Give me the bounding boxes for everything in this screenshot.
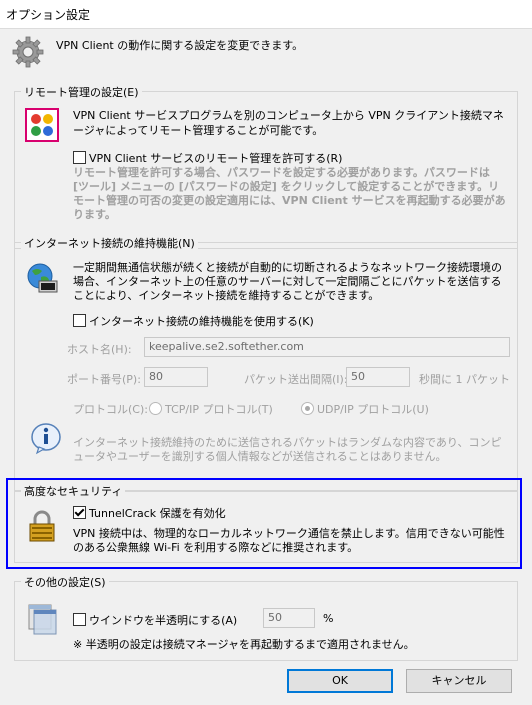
udp-radio-label: UDP/IP プロトコル(U)	[317, 403, 429, 416]
tcp-radio-circle[interactable]	[149, 402, 162, 415]
keepalive-info: インターネット接続維持のために送信されるパケットはランダムな内容であり、コンピュ…	[73, 436, 502, 463]
tunnelcrack-checkbox[interactable]: TunnelCrack 保護を有効化	[73, 505, 226, 521]
title-bar: オプション設定	[0, 0, 532, 28]
remote-management-legend: リモート管理の設定(E)	[21, 84, 142, 100]
keepalive-description: 一定期間無通信状態が続くと接続が自動的に切断されるようなネットワーク接続環境の場…	[73, 261, 502, 302]
udp-radio-circle[interactable]	[301, 402, 314, 415]
interval-label: パケット送出間隔(I):	[244, 373, 348, 386]
keepalive-checkbox-box[interactable]	[73, 314, 86, 327]
globe-icon	[25, 261, 59, 295]
host-input[interactable]: keepalive.se2.softether.com	[144, 337, 510, 357]
info-icon	[29, 421, 63, 455]
remote-management-checkbox-box[interactable]	[73, 151, 86, 164]
tcp-radio-label: TCP/IP プロトコル(T)	[165, 403, 273, 416]
tcp-radio[interactable]: TCP/IP プロトコル(T)	[149, 401, 273, 417]
options-dialog: VPN Client の動作に関する設定を変更できます。 リモート管理の設定(E…	[0, 28, 532, 705]
translucent-checkbox[interactable]: ウインドウを半透明にする(A)	[73, 612, 237, 628]
keepalive-legend: インターネット接続の維持機能(N)	[21, 235, 198, 251]
gear-icon	[11, 35, 45, 69]
remote-management-checkbox[interactable]: VPN Client サービスのリモート管理を許可する(R)	[73, 150, 342, 166]
ok-button[interactable]: OK	[287, 669, 393, 693]
translucent-percent-input[interactable]: 50	[263, 608, 315, 628]
port-label: ポート番号(P):	[67, 373, 141, 386]
header-text: VPN Client の動作に関する設定を変更できます。	[56, 39, 304, 52]
remote-management-group: リモート管理の設定(E) VPN Client サービスプログラムを別のコンピュ…	[14, 84, 518, 249]
remote-management-note: リモート管理を許可する場合、パスワードを設定する必要があります。パスワードは […	[73, 166, 506, 221]
window-icon	[25, 602, 59, 636]
protocol-label: プロトコル(C):	[73, 403, 148, 416]
udp-radio[interactable]: UDP/IP プロトコル(U)	[301, 401, 429, 417]
padlock-icon	[25, 509, 59, 543]
cancel-button[interactable]: キャンセル	[406, 669, 512, 693]
translucent-percent-unit: %	[323, 612, 334, 625]
translucent-checkbox-label: ウインドウを半透明にする(A)	[89, 614, 238, 627]
interval-input[interactable]: 50	[346, 367, 410, 387]
port-input[interactable]: 80	[144, 367, 208, 387]
tunnelcrack-checkbox-label: TunnelCrack 保護を有効化	[89, 507, 226, 520]
interval-unit: 秒間に 1 パケット	[419, 373, 510, 386]
tunnelcrack-checkbox-box[interactable]	[73, 506, 86, 519]
translucent-checkbox-box[interactable]	[73, 613, 86, 626]
translucent-note: ※ 半透明の設定は接続マネージャを再起動するまで適用されません。	[73, 638, 415, 651]
window-title: オプション設定	[6, 8, 91, 22]
other-settings-group: その他の設定(S) ウインドウを半透明にする(A) 50 % ※ 半透明の設定は…	[14, 574, 518, 661]
remote-management-checkbox-label: VPN Client サービスのリモート管理を許可する(R)	[89, 152, 343, 165]
security-group: 高度なセキュリティ TunnelCrack 保護を有効化 VPN 接続中は、物理…	[14, 483, 518, 563]
keepalive-group: インターネット接続の維持機能(N) 一定期間無通信状態が続くと接続が自動的に切断…	[14, 235, 518, 492]
security-description: VPN 接続中は、物理的なローカルネットワーク通信を禁止します。信用できない可能…	[73, 527, 505, 554]
remote-management-description: VPN Client サービスプログラムを別のコンピュータ上から VPN クライ…	[73, 109, 504, 137]
remote-management-icon	[25, 108, 59, 142]
security-legend: 高度なセキュリティ	[21, 483, 126, 499]
keepalive-checkbox[interactable]: インターネット接続の維持機能を使用する(K)	[73, 313, 314, 329]
other-settings-legend: その他の設定(S)	[21, 574, 109, 590]
host-label: ホスト名(H):	[67, 343, 132, 356]
keepalive-checkbox-label: インターネット接続の維持機能を使用する(K)	[89, 315, 314, 328]
